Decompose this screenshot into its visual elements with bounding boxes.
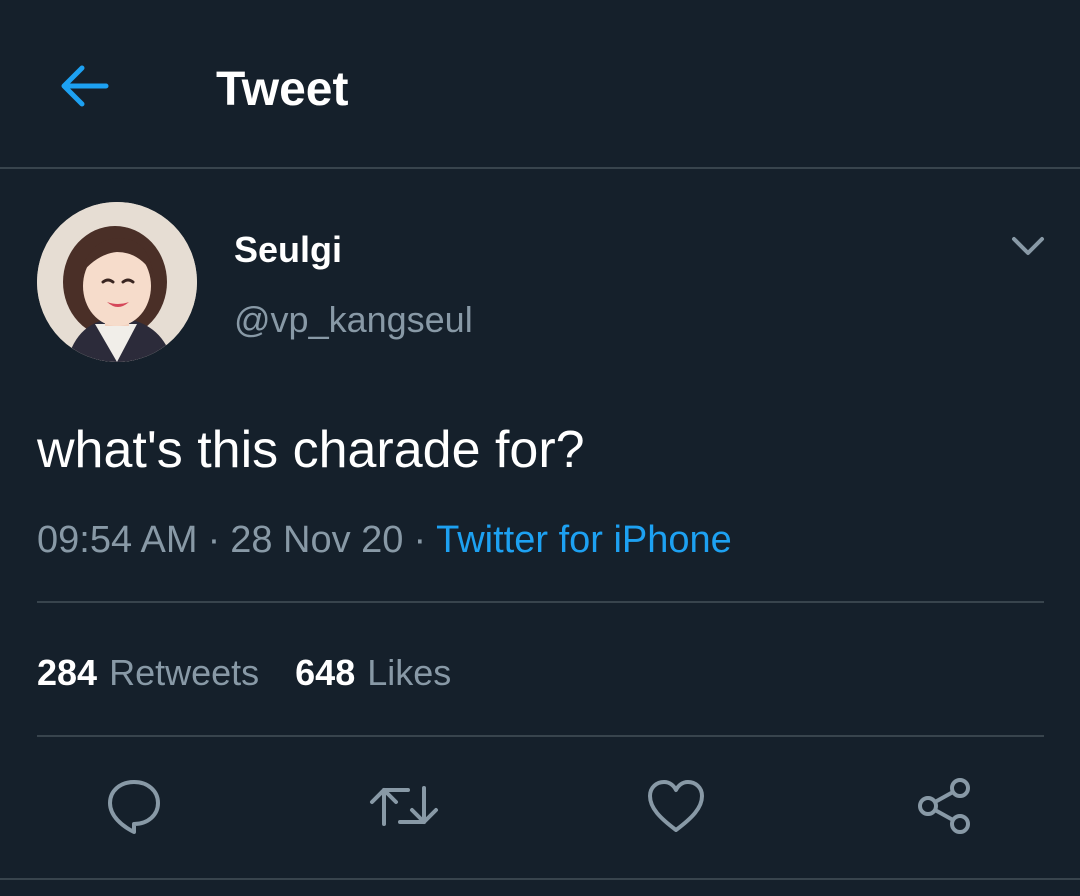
profile-photo — [37, 202, 197, 362]
tweet-date: 28 Nov 20 — [230, 519, 404, 561]
tweet-time: 09:54 AM — [37, 519, 198, 561]
share-icon — [918, 778, 970, 834]
retweet-icon — [370, 786, 438, 826]
meta-separator: · — [413, 519, 427, 561]
likes-label: Likes — [367, 652, 452, 693]
retweets-count: 284 — [37, 652, 98, 693]
author-display-name[interactable]: Seulgi — [234, 228, 342, 272]
meta-separator: · — [207, 519, 221, 561]
share-button[interactable] — [906, 768, 982, 844]
action-bar — [0, 768, 1080, 844]
chevron-down-icon — [1012, 237, 1044, 255]
reply-button[interactable] — [96, 768, 172, 844]
reply-icon — [108, 780, 160, 834]
page-title: Tweet — [216, 63, 349, 116]
top-bar: Tweet — [0, 0, 1080, 169]
divider — [37, 735, 1044, 737]
like-button[interactable] — [638, 768, 714, 844]
tweet-meta: 09:54 AM · 28 Nov 20 · Twitter for iPhone — [37, 516, 732, 564]
likes-count: 648 — [295, 652, 356, 693]
avatar[interactable] — [37, 202, 197, 362]
likes-stat[interactable]: 648 Likes — [295, 652, 451, 693]
tweet-text: what's this charade for? — [37, 421, 585, 479]
back-button[interactable] — [52, 54, 116, 118]
more-options-button[interactable] — [1006, 226, 1050, 266]
divider — [37, 601, 1044, 603]
retweets-label: Retweets — [109, 652, 260, 693]
bottom-divider — [0, 878, 1080, 880]
author-handle[interactable]: @vp_kangseul — [234, 298, 473, 342]
heart-icon — [648, 780, 704, 832]
tweet-stats: 284 Retweets 648 Likes — [37, 650, 451, 696]
retweet-button[interactable] — [366, 768, 442, 844]
retweets-stat[interactable]: 284 Retweets — [37, 652, 259, 693]
tweet-source-link[interactable]: Twitter for iPhone — [436, 519, 732, 561]
arrow-left-icon — [61, 65, 109, 107]
